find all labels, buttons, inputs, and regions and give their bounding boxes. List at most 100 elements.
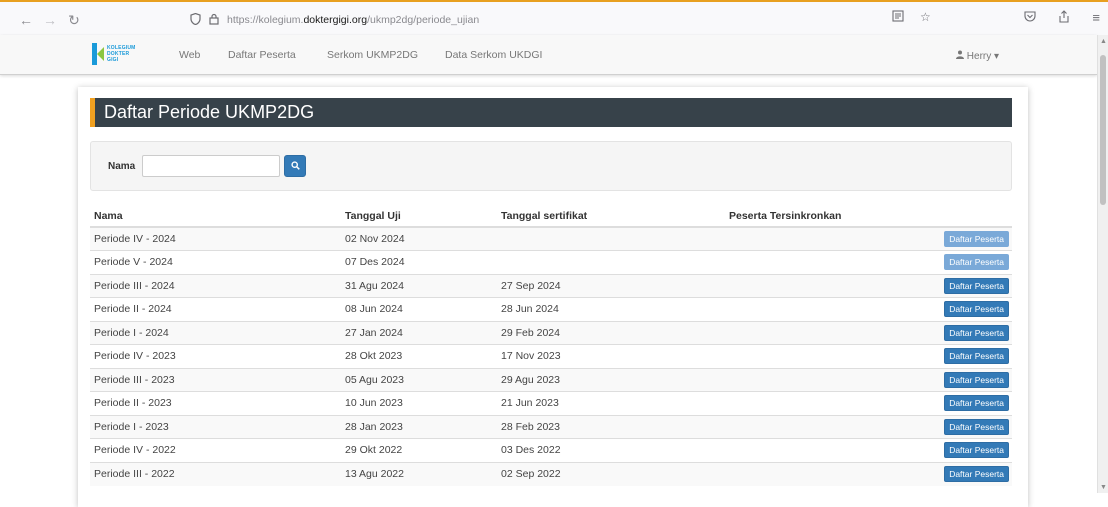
cell-peserta-tersinkronkan xyxy=(725,414,925,439)
scroll-down-icon[interactable]: ▼ xyxy=(1100,484,1107,491)
daftar-peserta-button[interactable]: Daftar Peserta xyxy=(944,348,1009,365)
nav-daftar-peserta[interactable]: Daftar Peserta xyxy=(228,49,296,61)
cell-tanggal-uji: 13 Agu 2022 xyxy=(341,461,497,486)
cell-tanggal-sertifikat: 28 Jun 2024 xyxy=(497,297,725,321)
bookmark-star-icon[interactable]: ☆ xyxy=(920,10,931,25)
periode-table: Nama Tanggal Uji Tanggal sertifikat Pese… xyxy=(90,205,1012,486)
col-peserta-tersinkronkan: Peserta Tersinkronkan xyxy=(725,205,925,228)
cell-peserta-tersinkronkan xyxy=(725,461,925,486)
nav-serkom-ukmp2dg[interactable]: Serkom UKMP2DG xyxy=(327,49,418,61)
daftar-peserta-button[interactable]: Daftar Peserta xyxy=(944,395,1009,412)
reload-icon[interactable]: ↻ xyxy=(64,10,84,30)
daftar-peserta-button[interactable]: Daftar Peserta xyxy=(944,371,1009,388)
table-row: Periode IV - 2024 02 Nov 2024 Daftar Peser… xyxy=(90,226,1012,251)
daftar-peserta-button[interactable]: Daftar Peserta xyxy=(944,442,1009,459)
kolegium-logo[interactable]: KOLEGIUM DOKTER GIGI xyxy=(92,39,152,69)
daftar-peserta-button[interactable]: Daftar Peserta xyxy=(944,231,1009,247)
cell-action: Daftar Peserta xyxy=(925,297,1012,321)
table-row: Periode III - 2024 31 Agu 2024 27 Sep 2024… xyxy=(90,273,1012,298)
col-action xyxy=(925,205,1012,228)
daftar-peserta-button[interactable]: Daftar Peserta xyxy=(944,301,1009,318)
table-row: Periode II - 2023 10 Jun 2023 21 Jun 2023 D… xyxy=(90,391,1012,415)
page-scrollbar[interactable]: ▲ ▼ xyxy=(1097,35,1108,493)
pocket-icon[interactable] xyxy=(1024,10,1036,26)
table-row: Periode III - 2023 05 Agu 2023 29 Agu 2023… xyxy=(90,367,1012,392)
cell-action: Daftar Peserta xyxy=(925,438,1012,462)
search-button[interactable] xyxy=(284,155,306,177)
search-input[interactable] xyxy=(142,155,280,177)
cell-nama: Periode II - 2023 xyxy=(90,391,341,415)
cell-tanggal-uji: 27 Jan 2024 xyxy=(341,320,497,345)
col-tanggal-uji: Tanggal Uji xyxy=(341,205,497,228)
cell-tanggal-uji: 07 Des 2024 xyxy=(341,250,497,274)
cell-tanggal-sertifikat: 28 Feb 2023 xyxy=(497,414,725,439)
nav-web[interactable]: Web xyxy=(179,49,200,61)
cell-action: Daftar Peserta xyxy=(925,344,1012,368)
app-navbar: KOLEGIUM DOKTER GIGI Web Daftar Peserta … xyxy=(0,35,1097,75)
page-title: Daftar Periode UKMP2DG xyxy=(90,98,1012,127)
search-form: Nama xyxy=(90,141,1012,191)
logo-mark-icon xyxy=(92,43,104,65)
cell-peserta-tersinkronkan xyxy=(725,273,925,298)
cell-nama: Periode I - 2024 xyxy=(90,320,341,345)
cell-peserta-tersinkronkan xyxy=(725,344,925,368)
cell-tanggal-sertifikat: 17 Nov 2023 xyxy=(497,344,725,368)
scroll-thumb[interactable] xyxy=(1100,55,1106,205)
user-icon xyxy=(956,50,967,62)
scroll-up-icon[interactable]: ▲ xyxy=(1100,38,1107,45)
lock-icon xyxy=(209,13,219,28)
daftar-peserta-button[interactable]: Daftar Peserta xyxy=(944,254,1009,271)
table-row: Periode III - 2022 13 Agu 2022 02 Sep 2022… xyxy=(90,461,1012,486)
cell-peserta-tersinkronkan xyxy=(725,297,925,321)
cell-tanggal-sertifikat xyxy=(497,226,725,251)
logo-text: KOLEGIUM DOKTER GIGI xyxy=(107,45,136,63)
cell-tanggal-sertifikat: 02 Sep 2022 xyxy=(497,461,725,486)
cell-peserta-tersinkronkan xyxy=(725,320,925,345)
main-panel: Daftar Periode UKMP2DG Nama Nama Tanggal… xyxy=(78,87,1028,507)
cell-action: Daftar Peserta xyxy=(925,414,1012,439)
cell-nama: Periode III - 2023 xyxy=(90,367,341,392)
browser-toolbar: ← → ↻ https://kolegium. doktergigi.org/uk… xyxy=(0,0,1108,35)
share-icon[interactable] xyxy=(1058,10,1070,26)
cell-action: Daftar Peserta xyxy=(925,226,1012,251)
cell-tanggal-uji: 31 Agu 2024 xyxy=(341,273,497,298)
url-host: doktergigi.org xyxy=(303,14,368,26)
cell-tanggal-sertifikat: 29 Agu 2023 xyxy=(497,367,725,392)
cell-peserta-tersinkronkan xyxy=(725,391,925,415)
cell-nama: Periode IV - 2023 xyxy=(90,344,341,368)
cell-tanggal-sertifikat xyxy=(497,250,725,274)
cell-tanggal-uji: 02 Nov 2024 xyxy=(341,226,497,251)
menu-icon[interactable]: ≡ xyxy=(1092,10,1100,26)
reader-view-icon[interactable] xyxy=(892,10,904,25)
user-menu[interactable]: Herry ▾ xyxy=(956,50,999,62)
cell-nama: Periode III - 2022 xyxy=(90,461,341,486)
cell-tanggal-uji: 28 Jan 2023 xyxy=(341,414,497,439)
daftar-peserta-button[interactable]: Daftar Peserta xyxy=(944,324,1009,341)
cell-peserta-tersinkronkan xyxy=(725,438,925,462)
url-path: /ukmp2dg/periode_ujian xyxy=(367,14,480,26)
table-row: Periode I - 2024 27 Jan 2024 29 Feb 2024 Da… xyxy=(90,320,1012,345)
cell-peserta-tersinkronkan xyxy=(725,250,925,274)
daftar-peserta-button[interactable]: Daftar Peserta xyxy=(944,277,1009,294)
cell-nama: Periode V - 2024 xyxy=(90,250,341,274)
table-row: Periode IV - 2022 29 Okt 2022 03 Des 2022 D… xyxy=(90,438,1012,462)
search-label: Nama xyxy=(108,161,136,172)
shield-icon xyxy=(190,12,201,28)
table-row: Periode V - 2024 07 Des 2024 Daftar Pesert… xyxy=(90,250,1012,274)
table-row: Periode IV - 2023 28 Okt 2023 17 Nov 2023 D… xyxy=(90,344,1012,368)
col-tanggal-sertifikat: Tanggal sertifikat xyxy=(497,205,725,228)
cell-tanggal-uji: 05 Agu 2023 xyxy=(341,367,497,392)
cell-action: Daftar Peserta xyxy=(925,273,1012,298)
cell-action: Daftar Peserta xyxy=(925,320,1012,345)
cell-action: Daftar Peserta xyxy=(925,461,1012,486)
nav-data-serkom-ukdgi[interactable]: Data Serkom UKDGI xyxy=(445,49,542,61)
search-icon xyxy=(290,157,300,175)
daftar-peserta-button[interactable]: Daftar Peserta xyxy=(944,418,1009,435)
cell-action: Daftar Peserta xyxy=(925,250,1012,274)
back-icon[interactable]: ← xyxy=(16,10,36,30)
cell-nama: Periode IV - 2022 xyxy=(90,438,341,462)
forward-icon[interactable]: → xyxy=(40,10,60,30)
address-bar[interactable]: https://kolegium. doktergigi.org/ukmp2dg/… xyxy=(190,9,930,31)
daftar-peserta-button[interactable]: Daftar Peserta xyxy=(944,466,1009,482)
cell-nama: Periode III - 2024 xyxy=(90,273,341,298)
